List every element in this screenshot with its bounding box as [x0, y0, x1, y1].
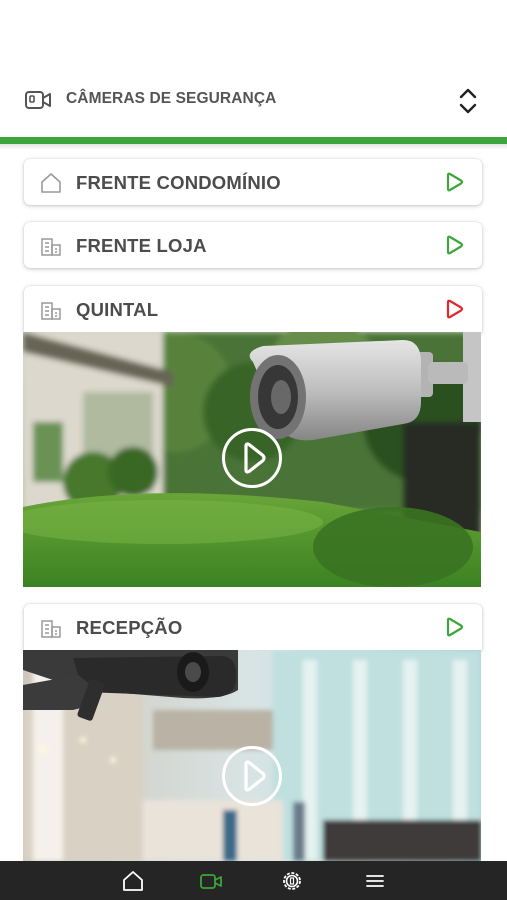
play-button[interactable]	[222, 428, 282, 488]
play-status-icon[interactable]	[444, 299, 464, 319]
video-camera-icon	[25, 91, 51, 109]
camera-preview-recepcao[interactable]	[23, 650, 481, 861]
play-status-icon[interactable]	[444, 617, 464, 637]
play-status-icon[interactable]	[444, 235, 464, 255]
camera-label: FRENTE CONDOMÍNIO	[76, 172, 281, 193]
building-icon	[41, 620, 61, 638]
bottom-navigation	[0, 861, 507, 900]
play-icon	[244, 760, 266, 792]
video-camera-icon[interactable]	[199, 869, 223, 893]
camera-item-frente-condominio[interactable]: FRENTE CONDOMÍNIO	[24, 159, 482, 205]
header-divider	[0, 137, 507, 144]
camera-item-frente-loja[interactable]: FRENTE LOJA	[24, 222, 482, 268]
divider-shadow	[0, 144, 507, 150]
camera-label: FRENTE LOJA	[76, 235, 207, 256]
page-title: CÂMERAS DE SEGURANÇA	[66, 90, 277, 107]
home-icon[interactable]	[121, 869, 145, 893]
camera-label: QUINTAL	[76, 299, 159, 320]
camera-item-quintal[interactable]: QUINTAL	[24, 286, 482, 332]
camera-label: RECEPÇÃO	[76, 617, 183, 638]
app-header: CÂMERAS DE SEGURANÇA	[0, 0, 507, 138]
settings-icon[interactable]	[280, 869, 304, 893]
play-icon	[244, 442, 266, 474]
play-button[interactable]	[222, 746, 282, 806]
camera-preview-quintal[interactable]	[23, 332, 481, 587]
building-icon	[41, 302, 61, 320]
play-status-icon[interactable]	[444, 172, 464, 192]
home-icon	[41, 173, 61, 193]
camera-item-recepcao[interactable]: RECEPÇÃO	[24, 604, 482, 650]
menu-icon[interactable]	[363, 869, 387, 893]
building-icon	[41, 238, 61, 256]
chevron-up-down-icon[interactable]	[456, 86, 480, 116]
